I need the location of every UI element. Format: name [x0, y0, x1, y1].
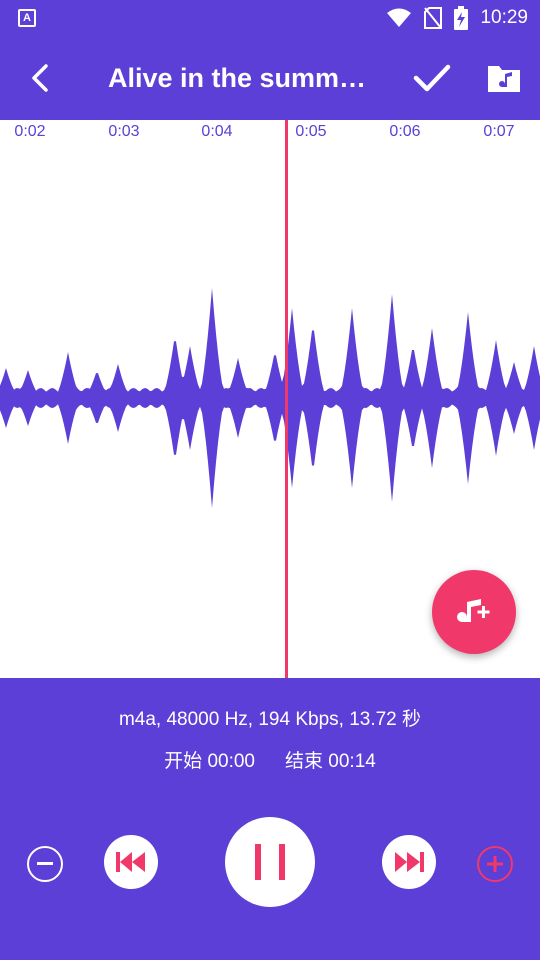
player-panel: m4a, 48000 Hz, 194 Kbps, 13.72 秒 开始 00:0…	[0, 678, 540, 960]
skip-previous-icon	[116, 852, 145, 872]
zoom-in-button[interactable]	[477, 846, 513, 882]
battery-charging-icon	[454, 6, 469, 30]
range-times: 开始 00:00 结束 00:14	[0, 746, 540, 773]
zoom-out-button[interactable]	[27, 846, 63, 882]
pause-icon	[255, 844, 285, 880]
playhead-cursor[interactable]	[285, 120, 288, 678]
pause-button[interactable]	[225, 817, 315, 907]
music-add-icon	[457, 599, 490, 622]
app-bar: Alive in the summ…	[0, 36, 540, 120]
status-bar: A 10:29	[0, 0, 540, 36]
start-time-label[interactable]: 开始 00:00	[164, 751, 255, 772]
add-music-button[interactable]	[432, 570, 516, 654]
wifi-icon	[387, 8, 412, 27]
status-time: 10:29	[480, 7, 528, 28]
waveform-editor[interactable]: 0:02 0:03 0:04 0:05 0:06 0:07	[0, 120, 540, 678]
skip-next-icon	[395, 852, 424, 872]
page-title: Alive in the summ…	[108, 63, 367, 93]
plus-icon	[487, 856, 503, 872]
music-folder-icon[interactable]	[486, 62, 522, 94]
skip-back-button[interactable]	[104, 835, 158, 889]
no-sim-icon	[424, 7, 443, 29]
skip-forward-button[interactable]	[382, 835, 436, 889]
check-icon[interactable]	[412, 60, 452, 96]
end-time-label[interactable]: 结束 00:14	[285, 751, 376, 772]
back-arrow-icon[interactable]	[26, 62, 58, 94]
app-notification-icon: A	[18, 9, 36, 27]
minus-icon	[37, 862, 53, 865]
file-info-text: m4a, 48000 Hz, 194 Kbps, 13.72 秒	[118, 709, 422, 730]
